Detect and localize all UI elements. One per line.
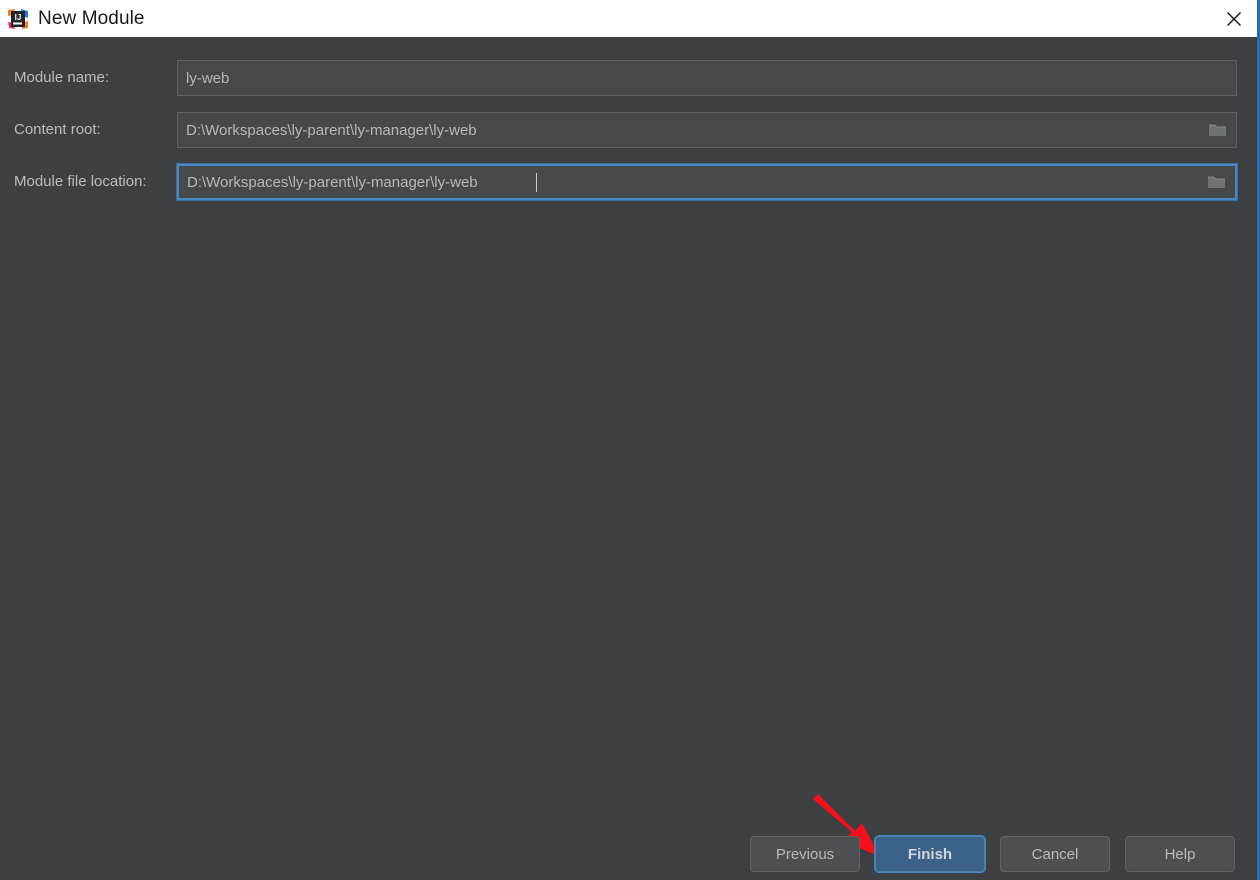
module-file-location-value: D:\Workspaces\ly-parent\ly-manager\ly-we… [187,173,478,191]
dialog-titlebar: IJ New Module [0,0,1257,37]
folder-icon[interactable] [1199,165,1235,199]
cancel-button[interactable]: Cancel [1000,836,1110,872]
form-row-module-name: Module name: ly-web [0,60,1257,96]
module-name-input[interactable]: ly-web [177,60,1237,96]
finish-button[interactable]: Finish [874,835,986,873]
label-module-file-location: Module file location: [14,173,147,190]
folder-icon[interactable] [1200,113,1236,147]
dialog-button-bar: Previous Finish Cancel Help [0,828,1257,880]
label-module-name: Module name: [14,69,110,86]
intellij-idea-icon: IJ [7,8,29,30]
dialog-content: Module name: ly-web Content root: D:\Wor… [0,37,1257,880]
dialog-title: New Module [38,7,145,29]
text-caret [536,172,537,192]
help-button[interactable]: Help [1125,836,1235,872]
form-row-content-root: Content root: D:\Workspaces\ly-parent\ly… [0,112,1257,148]
module-name-value: ly-web [186,69,230,87]
svg-text:IJ: IJ [15,13,22,22]
previous-button[interactable]: Previous [750,836,860,872]
label-content-root: Content root: [14,121,101,138]
content-root-value: D:\Workspaces\ly-parent\ly-manager\ly-we… [186,121,477,139]
close-icon[interactable] [1211,0,1257,37]
form-row-module-file-location: Module file location: D:\Workspaces\ly-p… [0,163,1257,201]
module-file-location-input[interactable]: D:\Workspaces\ly-parent\ly-manager\ly-we… [176,163,1238,201]
content-root-input[interactable]: D:\Workspaces\ly-parent\ly-manager\ly-we… [177,112,1237,148]
new-module-dialog: IJ New Module Module name: ly-web Conten… [0,0,1260,880]
